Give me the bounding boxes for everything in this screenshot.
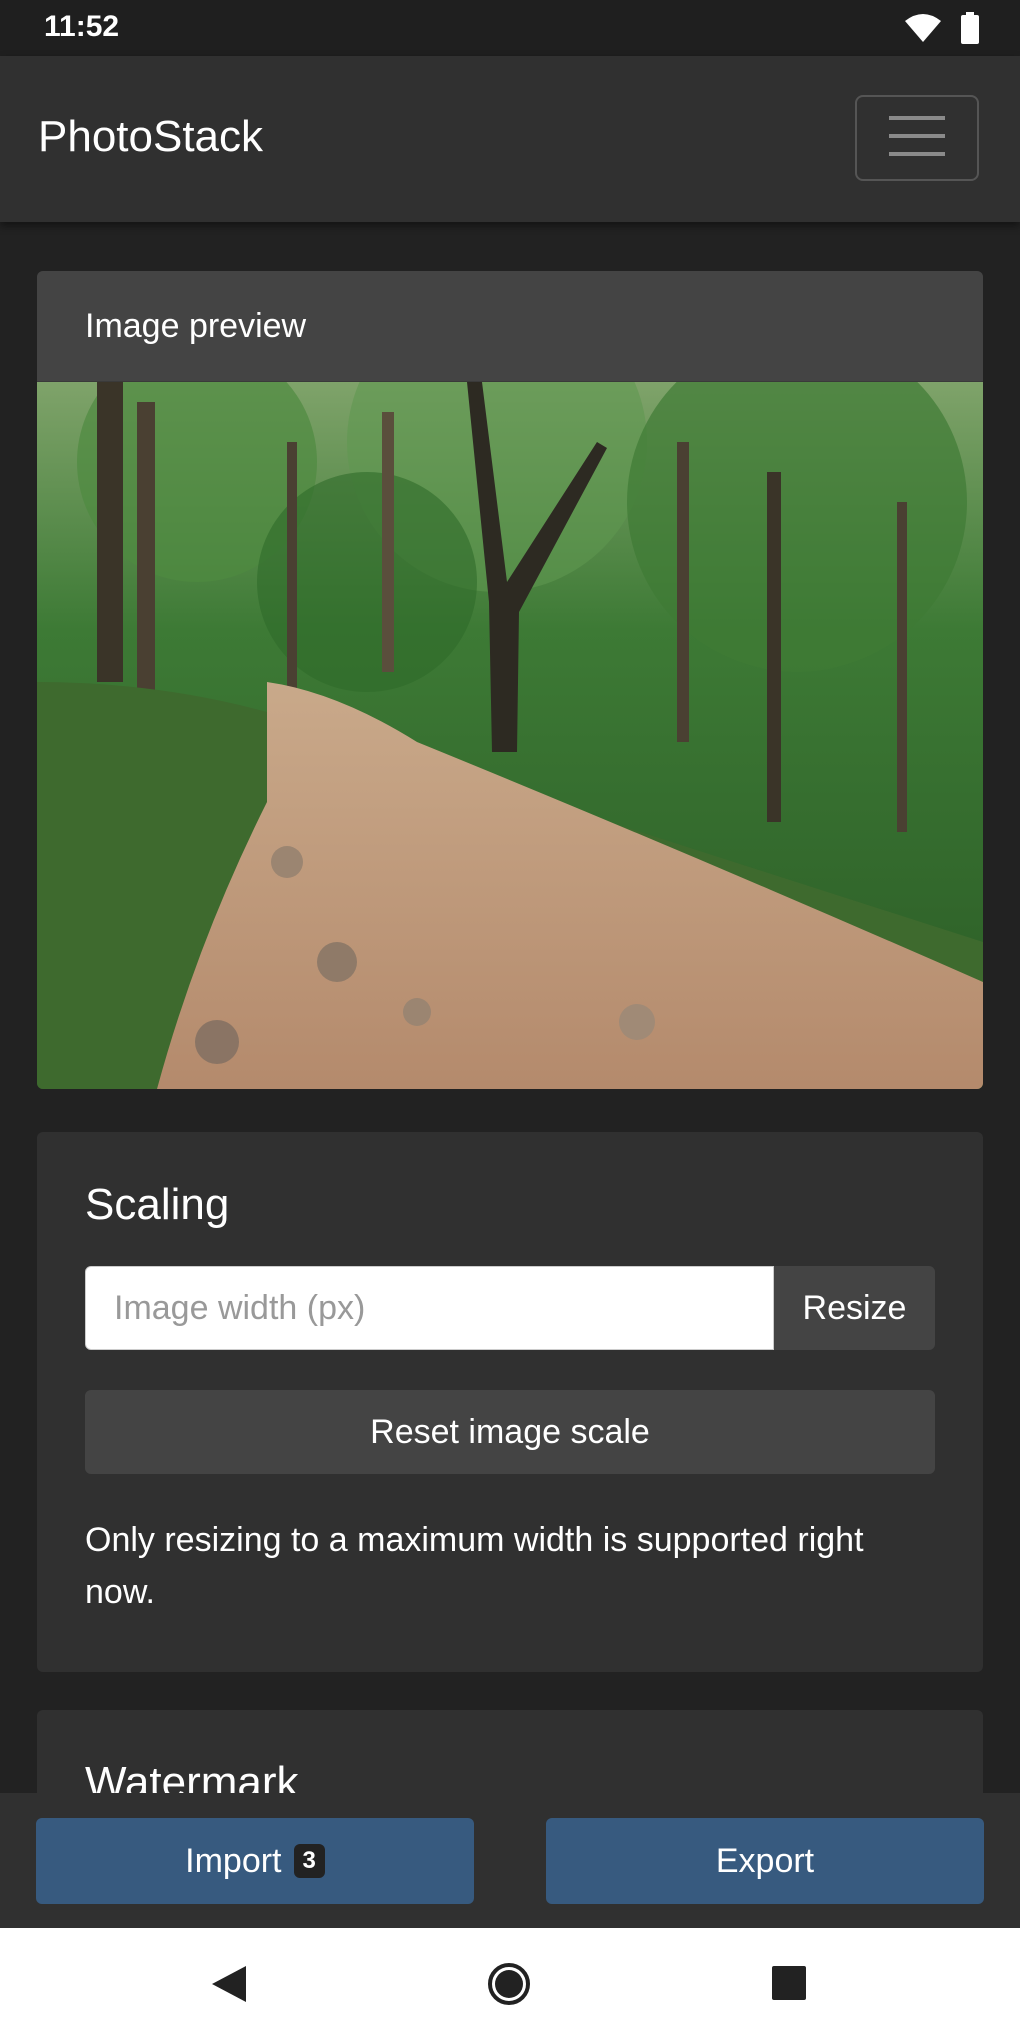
bottom-action-bar: Import 3 Export (0, 1793, 1020, 1928)
recents-icon[interactable] (770, 1964, 808, 2007)
status-icons (904, 12, 980, 49)
import-count-badge: 3 (293, 1844, 325, 1878)
wifi-icon (904, 13, 942, 48)
export-label: Export (715, 1841, 815, 1880)
battery-icon (960, 12, 980, 49)
reset-image-scale-button[interactable]: Reset image scale (85, 1390, 935, 1474)
status-bar: 11:52 (0, 0, 1020, 56)
home-icon[interactable] (487, 1962, 531, 2011)
back-icon[interactable] (208, 1964, 248, 2009)
system-navigation-bar (0, 1928, 1020, 2040)
preview-image (37, 382, 983, 1089)
menu-toggle-button[interactable] (855, 95, 979, 181)
resize-button[interactable]: Resize (774, 1266, 935, 1350)
image-preview-card: Image preview (37, 271, 983, 1089)
top-navbar: PhotoStack (0, 56, 1020, 222)
import-label: Import (185, 1841, 282, 1880)
scaling-title: Scaling (85, 1180, 230, 1229)
width-input-group: Resize (85, 1266, 935, 1350)
status-time: 11:52 (44, 10, 120, 43)
scaling-card: Scaling Resize Reset image scale Only re… (37, 1132, 983, 1672)
image-preview-header: Image preview (37, 271, 983, 382)
import-button[interactable]: Import 3 (36, 1818, 474, 1904)
hamburger-menu-icon (889, 114, 945, 163)
image-width-input[interactable] (85, 1266, 774, 1350)
export-button[interactable]: Export (546, 1818, 984, 1904)
scaling-note: Only resizing to a maximum width is supp… (85, 1521, 864, 1611)
brand-logo[interactable]: PhotoStack (38, 112, 263, 162)
